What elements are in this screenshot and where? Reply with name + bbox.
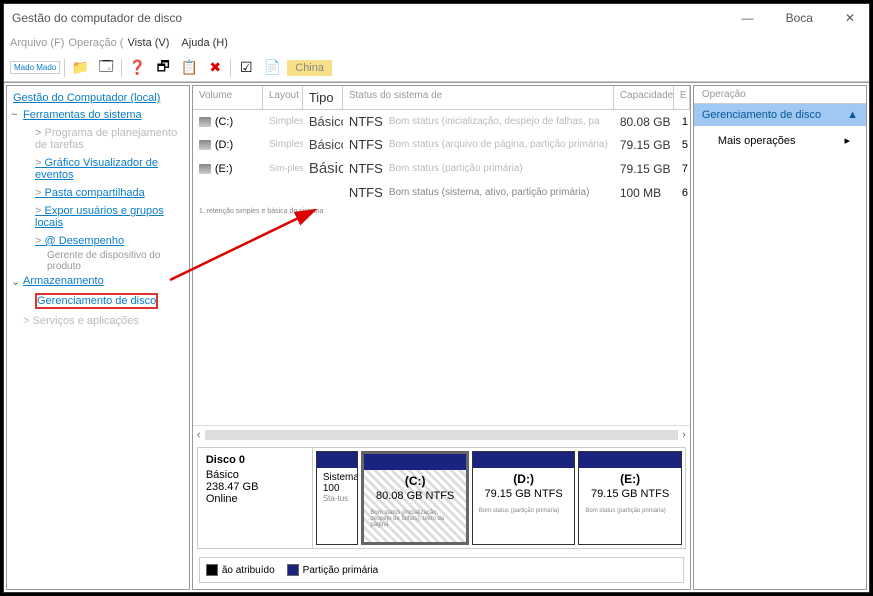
menubar: Arquivo (F) Operação ( Vista (V) Ajuda (… <box>4 32 869 54</box>
col-layout[interactable]: Layout <box>263 86 303 109</box>
col-volume[interactable]: Volume <box>193 86 263 109</box>
col-tipo[interactable]: Tipo <box>303 86 343 109</box>
col-e[interactable]: E <box>674 86 690 109</box>
chevron-right-icon: ▸ <box>844 134 850 147</box>
legend-primary-box <box>287 564 299 576</box>
disk-icon <box>199 164 211 174</box>
table-row[interactable]: (C:) Simples Básico NTFS Bom status (ini… <box>193 110 690 133</box>
partition-system[interactable]: Sistema 100 Sta-tus <box>316 451 359 545</box>
disk-info[interactable]: Disco 0 Básico 238.47 GB Online <box>198 448 313 548</box>
menu-arquivo[interactable]: Arquivo (F) <box>10 37 64 49</box>
refresh-icon[interactable]: ☑ <box>235 57 257 79</box>
collapse-icon: ▲ <box>847 109 858 121</box>
mado-label: Mado Mado <box>10 61 60 74</box>
minimize-button[interactable]: — <box>736 9 760 27</box>
scroll-left-icon[interactable]: ‹ <box>197 429 201 441</box>
actions-panel: Operação Gerenciamento de disco ▲ Mais o… <box>693 85 867 590</box>
tree-system-tools[interactable]: ~Ferramentas do sistema <box>9 106 187 124</box>
table-row[interactable]: (D:) Simples Básico NTFS Bom status (arq… <box>193 133 690 156</box>
table-row[interactable]: NTFS Bom status (sistema, ativo, partiçã… <box>193 181 690 204</box>
tree-event-viewer[interactable]: > Gráfico Visualizador de eventos <box>9 154 187 184</box>
help-icon[interactable]: ❓ <box>126 57 148 79</box>
tree-disk-management[interactable]: Gerenciamento de disco <box>9 290 187 312</box>
tree-storage[interactable]: ⌄Armazenamento <box>9 272 187 290</box>
delete-icon[interactable]: ✖ <box>204 57 226 79</box>
legend-unallocated-box <box>206 564 218 576</box>
center-panel: Volume Layout Tipo Status do sistema de … <box>192 85 691 590</box>
horizontal-scrollbar[interactable]: ‹ › <box>193 425 690 443</box>
menu-vista[interactable]: Vista (V) <box>127 37 169 49</box>
tree-task-planner[interactable]: > Programa de planejamento de tarefas <box>9 124 187 154</box>
view-icon[interactable]: 🗗 <box>152 57 174 79</box>
tree-root[interactable]: Gestão do Computador (local) <box>9 90 187 106</box>
col-capacidade[interactable]: Capacidade <box>614 86 674 109</box>
user-label: Boca <box>780 9 819 27</box>
list-icon[interactable]: 📋 <box>178 57 200 79</box>
col-status[interactable]: Status do sistema de <box>343 86 614 109</box>
close-button[interactable]: ✕ <box>839 9 861 27</box>
table-footnote: 1. retenção simples e básica do sistema <box>193 204 690 219</box>
table-row[interactable]: (E:) Sim-ples Básico NTFS Bom status (pa… <box>193 156 690 181</box>
disk-layout: Disco 0 Básico 238.47 GB Online Sistema … <box>197 447 686 549</box>
actions-disk-management[interactable]: Gerenciamento de disco ▲ <box>694 104 866 126</box>
tree-performance[interactable]: > @ Desempenho <box>9 232 187 250</box>
partition-c[interactable]: (C:) 80.08 GB NTFS Bom status (inicializ… <box>361 451 468 545</box>
disk-icon <box>199 140 211 150</box>
actions-more-operations[interactable]: Mais operações ▸ <box>694 126 866 155</box>
menu-ajuda[interactable]: Ajuda (H) <box>181 37 227 49</box>
tree-services[interactable]: > Serviços e aplicações <box>9 312 187 330</box>
china-label: China <box>287 60 332 76</box>
folder-icon[interactable]: 📁 <box>69 57 91 79</box>
tree-device-manager[interactable]: Gerente de dispositivo do produto <box>9 250 187 272</box>
tree-shared-folder[interactable]: > Pasta compartilhada <box>9 184 187 202</box>
toolbar: Mado Mado 📁 🗔 ❓ 🗗 📋 ✖ ☑ 📄 China <box>4 54 869 82</box>
window-title: Gestão do computador de disco <box>12 11 736 25</box>
disk-icon <box>199 117 211 127</box>
scroll-right-icon[interactable]: › <box>682 429 686 441</box>
tree-users-groups[interactable]: > Expor usuários e grupos locais <box>9 202 187 232</box>
new-icon[interactable]: 📄 <box>261 57 283 79</box>
properties-icon[interactable]: 🗔 <box>95 57 117 79</box>
volume-table-header: Volume Layout Tipo Status do sistema de … <box>193 86 690 110</box>
partition-d[interactable]: (D:) 79.15 GB NTFS Bom status (partição … <box>472 451 575 545</box>
partition-e[interactable]: (E:) 79.15 GB NTFS Bom status (partição … <box>578 451 681 545</box>
titlebar: Gestão do computador de disco — Boca ✕ <box>4 4 869 32</box>
legend: ão atribuído Partição primária <box>199 557 684 583</box>
volume-table-body: (C:) Simples Básico NTFS Bom status (ini… <box>193 110 690 219</box>
tree-panel: Gestão do Computador (local) ~Ferramenta… <box>6 85 190 590</box>
menu-operacao[interactable]: Operação ( <box>68 37 123 49</box>
actions-header: Operação <box>694 86 866 104</box>
